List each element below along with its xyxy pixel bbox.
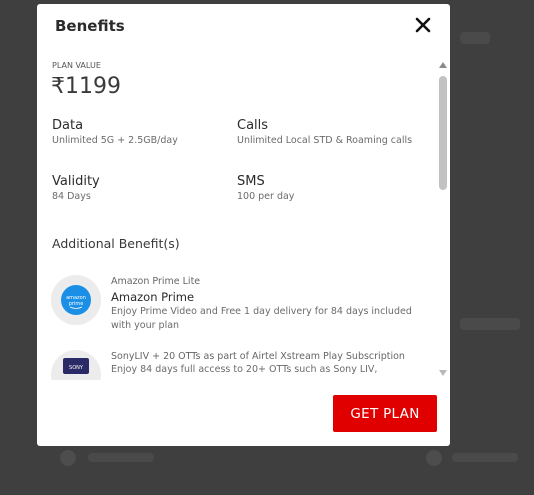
benefit-subtitle: SonyLIV + 20 OTTs as part of Airtel Xstr… xyxy=(111,351,405,362)
get-plan-button[interactable]: GET PLAN xyxy=(333,395,437,432)
background-icon xyxy=(60,450,76,466)
benefit-desc: Enjoy 84 days full access to 20+ OTTs su… xyxy=(111,364,378,375)
svg-text:prime: prime xyxy=(69,301,84,307)
scroll-up-arrow-icon[interactable] xyxy=(439,62,447,68)
scroll-down-arrow-icon[interactable] xyxy=(439,370,447,376)
scrollbar[interactable] xyxy=(438,62,449,380)
feature-validity: Validity 84 Days xyxy=(52,174,237,203)
additional-benefits-title: Additional Benefit(s) xyxy=(52,236,180,251)
background-icon xyxy=(426,450,442,466)
feature-desc: Unlimited 5G + 2.5GB/day xyxy=(52,135,178,146)
plan-value: ₹1199 xyxy=(51,74,121,99)
sonyliv-logo: SONY xyxy=(51,350,101,380)
benefits-scroll-area[interactable]: PLAN VALUE ₹1199 Data Unlimited 5G + 2.5… xyxy=(37,52,450,380)
feature-desc: 84 Days xyxy=(52,191,91,202)
feature-data: Data Unlimited 5G + 2.5GB/day xyxy=(52,118,237,147)
benefit-subtitle: Amazon Prime Lite xyxy=(111,276,201,287)
benefit-text: Amazon Prime Lite Amazon Prime Enjoy Pri… xyxy=(111,275,421,333)
benefit-text: SonyLIV + 20 OTTs as part of Airtel Xstr… xyxy=(111,350,421,377)
background-block xyxy=(452,453,518,462)
amazon-prime-logo: amazon prime xyxy=(51,275,101,325)
modal-title: Benefits xyxy=(55,17,125,35)
feature-title: Validity xyxy=(52,174,100,189)
benefit-name: Amazon Prime xyxy=(111,290,195,304)
feature-title: Calls xyxy=(237,118,269,133)
background-block xyxy=(460,32,490,44)
feature-title: Data xyxy=(52,118,84,133)
feature-title: SMS xyxy=(237,174,265,189)
background-block xyxy=(88,453,154,462)
plan-value-label: PLAN VALUE xyxy=(52,61,101,70)
close-icon[interactable] xyxy=(414,16,432,34)
svg-text:SONY: SONY xyxy=(69,365,84,371)
benefits-modal: Benefits PLAN VALUE ₹1199 Data Unlimited… xyxy=(37,4,450,446)
feature-calls: Calls Unlimited Local STD & Roaming call… xyxy=(237,118,417,147)
feature-sms: SMS 100 per day xyxy=(237,174,422,203)
benefit-item-amazon-prime: amazon prime Amazon Prime Lite Amazon Pr… xyxy=(51,275,421,335)
modal-header: Benefits xyxy=(37,4,450,52)
benefit-item-sonyliv: SONY SonyLIV + 20 OTTs as part of Airtel… xyxy=(51,350,421,380)
background-block xyxy=(460,318,520,330)
scrollbar-thumb[interactable] xyxy=(439,76,447,190)
feature-desc: Unlimited Local STD & Roaming calls xyxy=(237,135,413,146)
feature-desc: 100 per day xyxy=(237,191,295,202)
benefit-desc: Enjoy Prime Video and Free 1 day deliver… xyxy=(111,306,412,331)
